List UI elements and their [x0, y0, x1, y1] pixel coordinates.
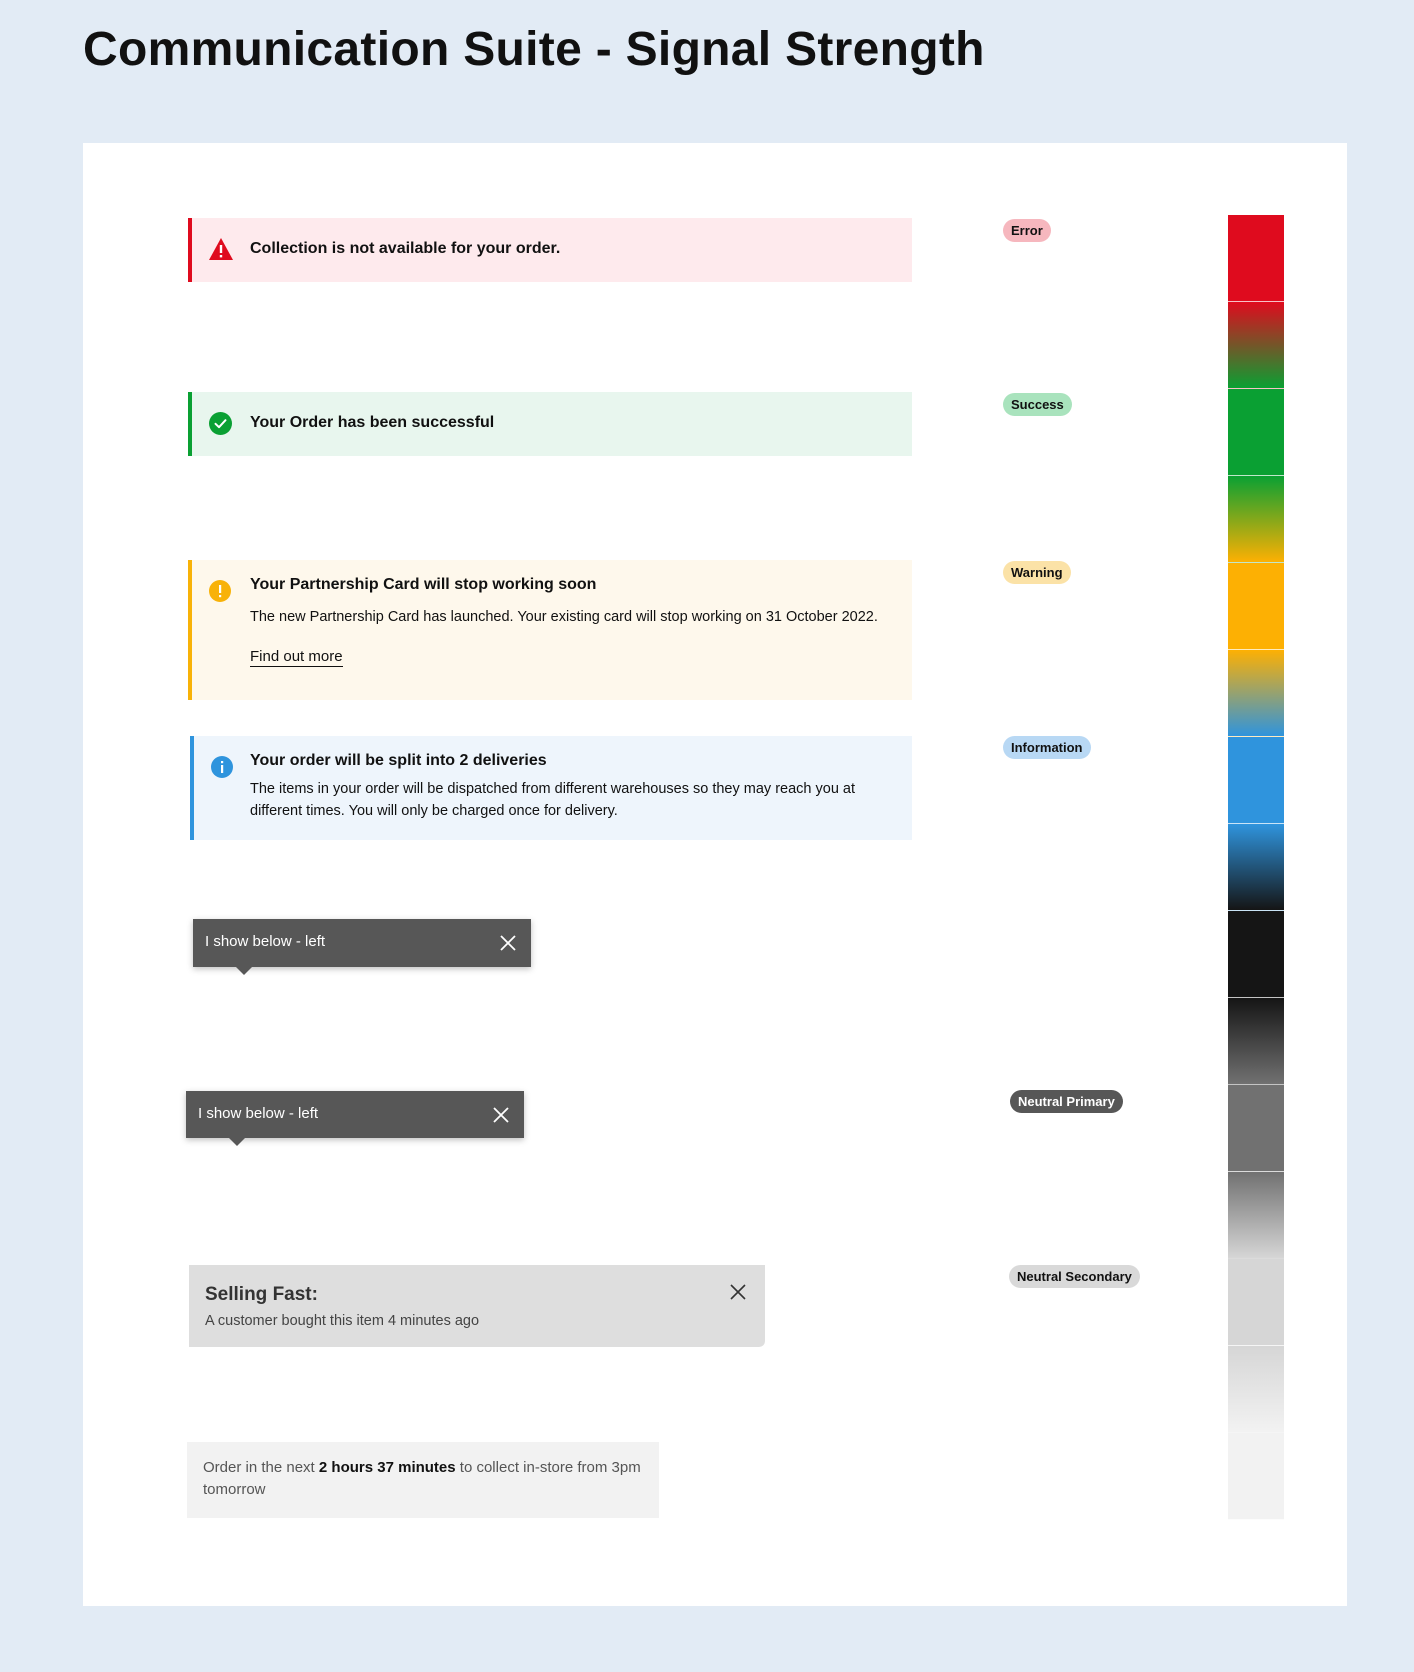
selling-fast-body: A customer bought this item 4 minutes ag… [205, 1313, 480, 1329]
tooltip-below-left: I show below - left [193, 919, 531, 975]
find-out-more-link[interactable]: Find out more [250, 648, 343, 667]
color-swatch [1228, 1259, 1284, 1346]
information-banner: Your order will be split into 2 deliveri… [190, 736, 912, 840]
success-banner: Your Order has been successful [188, 392, 912, 456]
color-swatch [1228, 215, 1284, 302]
close-icon[interactable] [499, 934, 517, 952]
exclamation-circle-icon [209, 580, 231, 602]
signal-color-strip [1228, 215, 1284, 1520]
label-error: Error [1003, 219, 1051, 242]
information-banner-body: The items in your order will be dispatch… [250, 781, 855, 819]
color-swatch [1228, 389, 1284, 476]
label-neutral-secondary: Neutral Secondary [1009, 1265, 1140, 1288]
warning-triangle-icon [209, 238, 233, 260]
error-banner: Collection is not available for your ord… [188, 218, 912, 282]
countdown-prefix: Order in the next [203, 1459, 319, 1476]
color-swatch [1228, 302, 1284, 389]
error-banner-title: Collection is not available for your ord… [250, 240, 561, 257]
information-banner-title: Your order will be split into 2 deliveri… [250, 752, 547, 769]
label-information: Information [1003, 736, 1091, 759]
color-swatch [1228, 1346, 1284, 1433]
warning-banner-body: The new Partnership Card has launched. Y… [250, 609, 878, 625]
color-swatch [1228, 737, 1284, 824]
tooltip-arrow [229, 1138, 245, 1146]
color-swatch [1228, 476, 1284, 563]
tooltip-text: I show below - left [198, 1105, 319, 1122]
showcase-panel: Collection is not available for your ord… [83, 143, 1347, 1606]
color-swatch [1228, 911, 1284, 998]
close-icon[interactable] [729, 1283, 747, 1301]
tooltip-below-left: I show below - left [186, 1091, 524, 1146]
color-swatch [1228, 563, 1284, 650]
close-icon[interactable] [492, 1106, 510, 1124]
page-title: Communication Suite - Signal Strength [83, 23, 985, 76]
warning-banner-title: Your Partnership Card will stop working … [250, 576, 597, 593]
warning-banner: Your Partnership Card will stop working … [188, 560, 912, 700]
tooltip-text: I show below - left [205, 933, 326, 950]
collection-countdown-message: Order in the next 2 hours 37 minutes to … [187, 1442, 659, 1518]
info-circle-icon [211, 756, 233, 778]
label-success: Success [1003, 393, 1072, 416]
countdown-time: 2 hours 37 minutes [318, 1459, 456, 1476]
color-swatch [1228, 650, 1284, 737]
color-swatch [1228, 824, 1284, 911]
color-swatch [1228, 1085, 1284, 1172]
check-circle-icon [209, 412, 232, 435]
selling-fast-title: Selling Fast: [205, 1284, 318, 1305]
color-swatch [1228, 1172, 1284, 1259]
success-banner-title: Your Order has been successful [250, 414, 495, 431]
label-neutral-primary: Neutral Primary [1010, 1090, 1123, 1113]
color-swatch [1228, 1433, 1284, 1520]
label-warning: Warning [1003, 561, 1071, 584]
selling-fast-notification: Selling Fast: A customer bought this ite… [189, 1265, 765, 1347]
tooltip-arrow [236, 967, 252, 975]
color-swatch [1228, 998, 1284, 1085]
